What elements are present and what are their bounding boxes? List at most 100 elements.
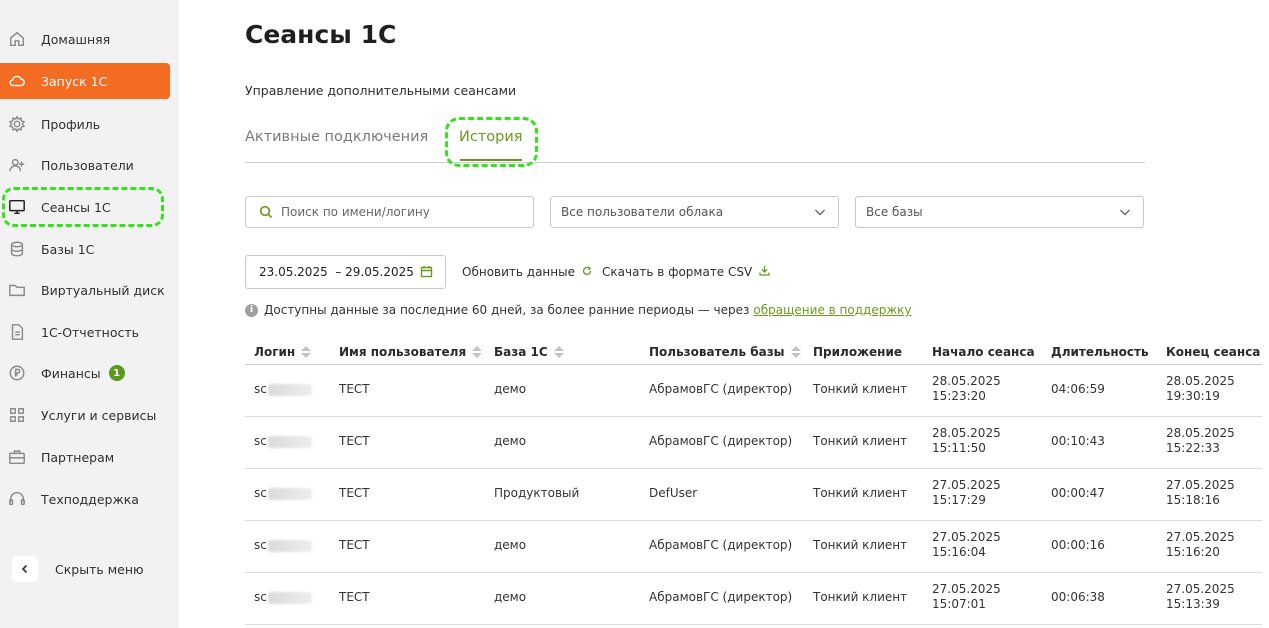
login-text: sc — [254, 486, 267, 500]
sidebar-item-profile[interactable]: Профиль — [0, 106, 170, 142]
redacted-login — [267, 591, 312, 604]
start-time: 15:11:50 — [932, 441, 986, 455]
cell-base: демо — [494, 382, 527, 396]
search-field[interactable]: Поиск по имени/логину — [245, 196, 534, 228]
sidebar-item-reporting[interactable]: 1С-Отчетность — [0, 314, 170, 350]
column-header-base-user[interactable]: Пользователь базы — [649, 345, 801, 359]
sidebar-item-users[interactable]: Пользователи — [0, 147, 170, 183]
sidebar-item-support[interactable]: Техподдержка — [0, 481, 170, 517]
cell-login: sc — [254, 434, 312, 448]
sort-icon — [553, 346, 564, 358]
tab-highlight-annotation — [445, 117, 538, 167]
table-row[interactable]: sc ТЕСТ Продуктовый DefUser Тонкий клиен… — [245, 469, 1262, 521]
table-row[interactable]: sc ТЕСТ демо АбрамовГС (директор) Тонкий… — [245, 521, 1262, 573]
cell-user: ТЕСТ — [339, 590, 370, 604]
nav-highlight-annotation — [2, 187, 164, 227]
table-row[interactable]: sc ТЕСТ демо АбрамовГС (директор) Тонкий… — [245, 417, 1262, 469]
gear-icon — [7, 114, 27, 134]
bases-select-value: Все базы — [866, 205, 923, 219]
start-time: 15:23:20 — [932, 389, 986, 403]
folder-icon — [7, 280, 27, 300]
chevron-down-icon — [1119, 206, 1131, 221]
end-date: 27.05.2025 — [1166, 478, 1235, 492]
start-date: 28.05.2025 — [932, 426, 1001, 440]
start-date: 27.05.2025 — [932, 530, 1001, 544]
sort-icon — [790, 346, 801, 358]
calendar-icon — [420, 265, 433, 281]
end-time: 15:18:16 — [1166, 493, 1220, 507]
sidebar-item-launch[interactable]: Запуск 1С — [0, 63, 170, 99]
cell-end: 27.05.2025 15:13:39 — [1166, 582, 1235, 612]
users-select[interactable]: Все пользователи облака — [550, 196, 839, 228]
end-time: 15:22:33 — [1166, 441, 1220, 455]
cell-start: 27.05.2025 15:17:29 — [932, 478, 1001, 508]
sidebar-item-partners[interactable]: Партнерам — [0, 439, 170, 475]
login-text: sc — [254, 382, 267, 396]
cell-base: Продуктовый — [494, 486, 580, 500]
column-header-login[interactable]: Логин — [254, 345, 312, 359]
sidebar-item-finance[interactable]: Финансы 1 — [0, 355, 170, 391]
collapse-menu-label: Скрыть меню — [55, 561, 144, 577]
cell-app: Тонкий клиент — [813, 590, 908, 604]
refresh-button[interactable]: Обновить данные — [462, 265, 592, 279]
redacted-login — [267, 487, 312, 500]
cell-end: 28.05.2025 19:30:19 — [1166, 374, 1235, 404]
column-header-base[interactable]: База 1С — [494, 345, 564, 359]
sidebar-item-disk[interactable]: Виртуальный диск — [0, 272, 170, 308]
cell-app: Тонкий клиент — [813, 486, 908, 500]
column-header-label: Имя пользователя — [339, 345, 467, 359]
database-icon — [7, 239, 27, 259]
support-link[interactable]: обращение в поддержку — [753, 303, 911, 317]
column-header-label: База 1С — [494, 345, 548, 359]
column-header-label: Логин — [254, 345, 296, 359]
sidebar-item-label: Запуск 1С — [41, 73, 108, 89]
tab-active-connections[interactable]: Активные подключения — [245, 129, 428, 145]
cell-login: sc — [254, 382, 312, 396]
cell-app: Тонкий клиент — [813, 382, 908, 396]
cell-duration: 00:00:16 — [1051, 538, 1105, 552]
sidebar-item-label: 1С-Отчетность — [41, 324, 140, 340]
sort-icon — [472, 346, 483, 358]
table-row[interactable]: sc ТЕСТ демо АбрамовГС (директор) Тонкий… — [245, 365, 1262, 417]
download-icon — [752, 265, 770, 279]
cell-base-user: АбрамовГС (директор) — [649, 382, 793, 396]
collapse-menu-button[interactable]: Скрыть меню — [12, 556, 144, 582]
start-time: 15:17:29 — [932, 493, 986, 507]
sidebar-item-services[interactable]: Услуги и сервисы — [0, 397, 170, 433]
sidebar-item-home[interactable]: Домашняя — [0, 21, 170, 57]
redacted-login — [267, 435, 312, 448]
start-date: 27.05.2025 — [932, 478, 1001, 492]
date-range-picker[interactable]: 23.05.2025 – 29.05.2025 — [245, 255, 446, 289]
refresh-label: Обновить данные — [462, 265, 575, 279]
column-header-duration: Длительность — [1051, 345, 1149, 359]
download-csv-button[interactable]: Скачать в формате CSV — [602, 265, 770, 279]
column-header-username[interactable]: Имя пользователя — [339, 345, 483, 359]
ruble-icon — [7, 363, 27, 383]
sessions-table: Логин Имя пользователя База 1С Пользоват… — [245, 338, 1262, 625]
sort-icon — [301, 346, 312, 358]
cell-duration: 00:06:38 — [1051, 590, 1105, 604]
table-row[interactable]: sc ТЕСТ демо АбрамовГС (директор) Тонкий… — [245, 573, 1262, 625]
date-range-value: 23.05.2025 – 29.05.2025 — [259, 265, 414, 279]
sidebar-item-bases[interactable]: Базы 1С — [0, 231, 170, 267]
finance-badge: 1 — [108, 365, 125, 381]
bases-select[interactable]: Все базы — [855, 196, 1144, 228]
download-label: Скачать в формате CSV — [602, 265, 753, 279]
cell-login: sc — [254, 590, 312, 604]
cell-end: 28.05.2025 15:22:33 — [1166, 426, 1235, 456]
sidebar-item-label: Профиль — [41, 116, 101, 132]
end-time: 15:16:20 — [1166, 545, 1220, 559]
cell-base-user: АбрамовГС (директор) — [649, 434, 793, 448]
sidebar: Домашняя Запуск 1С Профиль Пользователи … — [0, 0, 179, 628]
login-text: sc — [254, 434, 267, 448]
end-date: 28.05.2025 — [1166, 374, 1235, 388]
column-header-app: Приложение — [813, 345, 902, 359]
cell-login: sc — [254, 486, 312, 500]
cell-user: ТЕСТ — [339, 486, 370, 500]
info-icon: i — [245, 303, 258, 317]
cell-start: 28.05.2025 15:11:50 — [932, 426, 1001, 456]
cell-start: 28.05.2025 15:23:20 — [932, 374, 1001, 404]
sidebar-item-label: Техподдержка — [41, 491, 139, 507]
cell-login: sc — [254, 538, 312, 552]
start-time: 15:16:04 — [932, 545, 986, 559]
